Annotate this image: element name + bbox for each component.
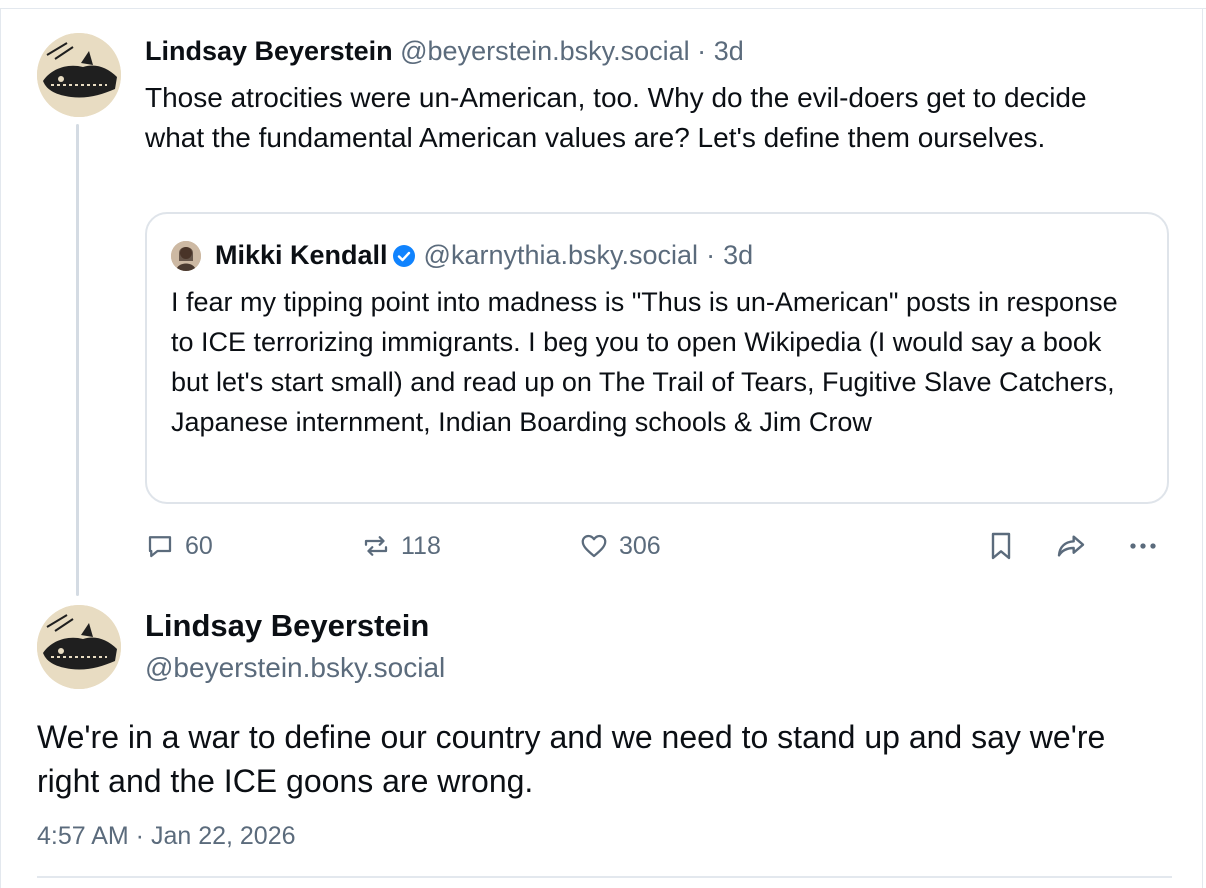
frame-right-border <box>1202 8 1203 888</box>
quoted-author-avatar <box>171 240 201 271</box>
repost-icon <box>364 536 388 556</box>
main-post-text: We're in a war to define our country and… <box>37 719 1106 799</box>
like-count: 306 <box>619 531 661 560</box>
quoted-author-handle[interactable]: @karnythia.bsky.social <box>424 240 699 271</box>
parent-time-ago[interactable]: 3d <box>714 36 744 66</box>
quoted-post-card[interactable]: Mikki Kendall @karnythia.bsky.social · 3… <box>145 212 1169 504</box>
parent-author-avatar[interactable] <box>37 33 121 117</box>
frame-top-border <box>0 8 1206 9</box>
quoted-time-ago[interactable]: 3d <box>723 240 753 271</box>
post-action-bar: 60 118 306 <box>145 526 1165 566</box>
main-author-handle[interactable]: @beyerstein.bsky.social <box>145 652 445 684</box>
bottom-divider <box>37 876 1172 878</box>
main-author-name[interactable]: Lindsay Beyerstein <box>145 608 429 644</box>
reply-icon <box>148 536 172 558</box>
post-timestamp[interactable]: 4:57 AM · Jan 22, 2026 <box>37 822 296 851</box>
parent-post-header: Lindsay Beyerstein @beyerstein.bsky.soci… <box>145 36 744 67</box>
repost-count: 118 <box>401 531 441 560</box>
quoted-post-header: Mikki Kendall @karnythia.bsky.social · 3… <box>171 240 753 271</box>
main-author-avatar[interactable] <box>37 605 121 689</box>
quoted-header-separator: · <box>706 240 716 270</box>
bookmark-icon[interactable] <box>985 530 1017 562</box>
parent-author-name[interactable]: Lindsay Beyerstein <box>145 36 393 66</box>
parent-post-text: Those atrocities were un-American, too. … <box>145 82 1087 153</box>
like-button[interactable]: 306 <box>579 526 661 566</box>
quoted-author-name[interactable]: Mikki Kendall <box>215 240 388 271</box>
header-separator: · <box>697 36 707 66</box>
repost-button[interactable]: 118 <box>361 526 441 566</box>
like-icon <box>581 534 607 558</box>
verified-badge-icon <box>392 244 415 267</box>
frame-left-border <box>0 8 1 888</box>
more-icon[interactable] <box>1127 530 1159 562</box>
parent-author-handle[interactable]: @beyerstein.bsky.social <box>400 36 690 66</box>
quoted-post-text: I fear my tipping point into madness is … <box>171 287 1118 437</box>
share-icon[interactable] <box>1055 530 1087 562</box>
reply-count: 60 <box>185 531 213 560</box>
thread-connector-line <box>76 124 79 596</box>
reply-button[interactable]: 60 <box>145 526 213 566</box>
